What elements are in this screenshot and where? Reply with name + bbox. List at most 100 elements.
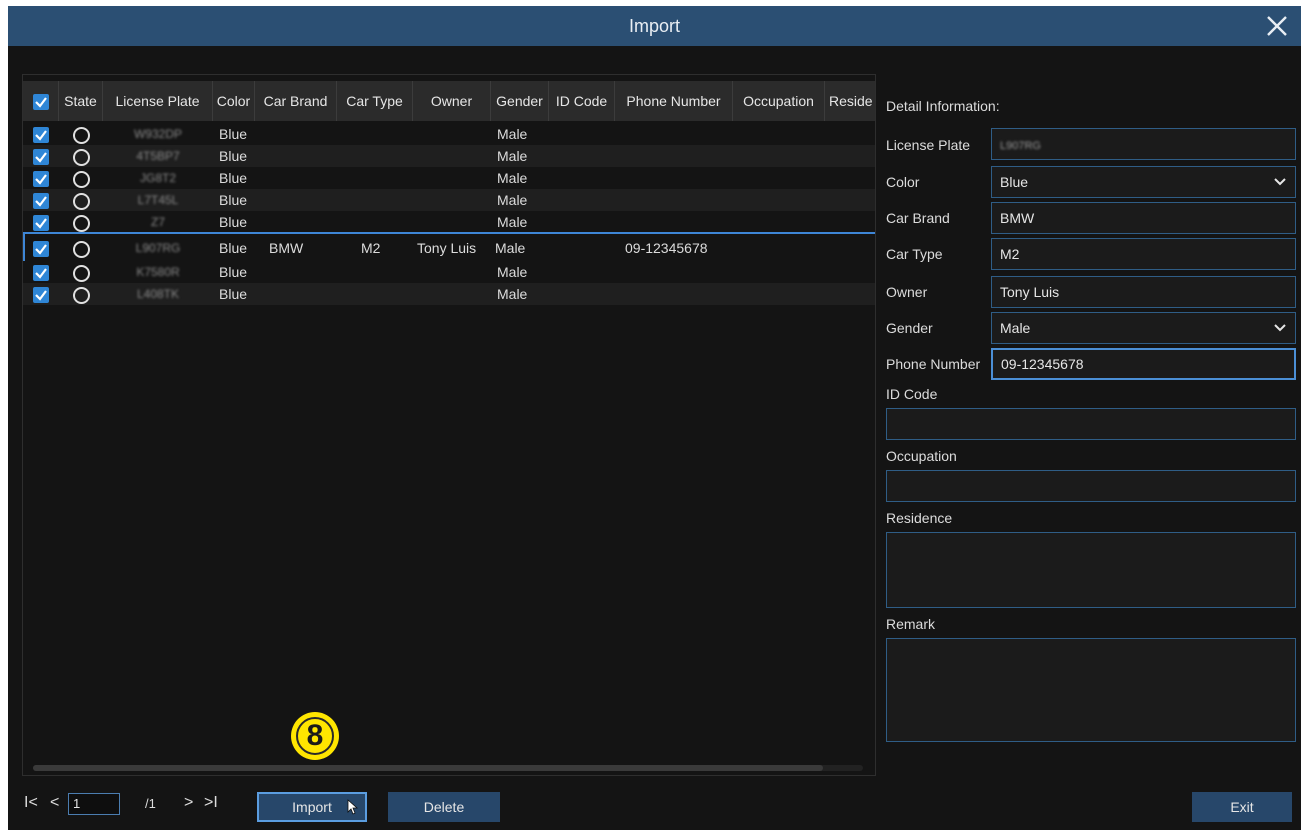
- exit-button[interactable]: Exit: [1192, 792, 1292, 822]
- row-checkbox[interactable]: [25, 236, 59, 260]
- scrollbar-thumb[interactable]: [33, 765, 823, 771]
- step-marker-number: 8: [296, 717, 334, 755]
- row-state[interactable]: [59, 211, 103, 233]
- cell-owner: [413, 283, 491, 305]
- checkbox-checked-icon: [32, 94, 49, 111]
- cell-car-brand: BMW: [269, 240, 304, 256]
- car-type-field[interactable]: M2: [991, 238, 1296, 270]
- page-total: /1: [145, 796, 156, 811]
- row-state[interactable]: [59, 189, 103, 211]
- col-header-gender[interactable]: Gender: [491, 81, 549, 121]
- cell-owner: [413, 167, 491, 189]
- phone-number-field[interactable]: 09-12345678: [991, 348, 1296, 380]
- checkbox-checked-icon: [33, 127, 49, 144]
- col-header-color[interactable]: Color: [213, 81, 255, 121]
- cell-car-brand: [255, 167, 337, 189]
- title-bar: Import: [8, 6, 1301, 46]
- cell-car-brand: [255, 211, 337, 233]
- license-plate-value: L907RG: [1000, 140, 1041, 152]
- horizontal-scrollbar[interactable]: [33, 765, 863, 771]
- color-value: Blue: [1000, 174, 1029, 190]
- row-checkbox[interactable]: [23, 261, 59, 283]
- row-checkbox[interactable]: [23, 167, 59, 189]
- row-state[interactable]: [59, 236, 103, 260]
- prev-page-button[interactable]: <: [50, 794, 59, 812]
- cell-car-brand: [255, 189, 337, 211]
- col-header-license-plate[interactable]: License Plate: [103, 81, 213, 121]
- state-circle-icon: [72, 148, 90, 166]
- table-row[interactable]: JG8T2 Blue Male: [23, 167, 875, 189]
- cell-color: Blue: [219, 192, 248, 208]
- cell-car-brand: [255, 261, 337, 283]
- cell-gender: Male: [497, 286, 528, 302]
- occupation-field[interactable]: [886, 470, 1296, 502]
- cell-id-code: [549, 236, 615, 260]
- table-header: State License Plate Color Car Brand Car …: [23, 81, 875, 121]
- import-button[interactable]: Import: [257, 792, 367, 822]
- cell-gender: Male: [497, 264, 528, 280]
- table-row[interactable]: K7580R Blue Male: [23, 261, 875, 283]
- color-dropdown[interactable]: Blue: [991, 166, 1296, 198]
- next-page-button[interactable]: >: [184, 794, 193, 812]
- gender-label: Gender: [886, 320, 933, 336]
- row-checkbox[interactable]: [23, 189, 59, 211]
- row-state[interactable]: [59, 283, 103, 305]
- first-page-button[interactable]: I<: [24, 794, 38, 812]
- table-row[interactable]: L408TK Blue Male: [23, 283, 875, 305]
- row-state[interactable]: [59, 123, 103, 145]
- cell-car-type: [337, 283, 413, 305]
- owner-label: Owner: [886, 284, 928, 300]
- phone-number-value: 09-12345678: [1001, 356, 1084, 372]
- cell-owner: [413, 189, 491, 211]
- table-row[interactable]: L7T45L Blue Male: [23, 189, 875, 211]
- state-circle-icon: [72, 170, 90, 188]
- cell-car-type: [337, 261, 413, 283]
- last-page-button[interactable]: >I: [204, 794, 218, 812]
- id-code-field[interactable]: [886, 408, 1296, 440]
- row-state[interactable]: [59, 261, 103, 283]
- select-all-checkbox[interactable]: [23, 81, 59, 121]
- chevron-down-icon: [1273, 167, 1287, 197]
- cell-owner: Tony Luis: [417, 240, 477, 256]
- cell-license-plate: K7580R: [136, 265, 180, 279]
- cell-license-plate: 4T5BP7: [136, 149, 180, 163]
- table-row[interactable]: 4T5BP7 Blue Male: [23, 145, 875, 167]
- row-checkbox[interactable]: [23, 123, 59, 145]
- car-type-label: Car Type: [886, 246, 943, 262]
- col-header-state[interactable]: State: [59, 81, 103, 121]
- cell-car-brand: [255, 145, 337, 167]
- row-state[interactable]: [59, 145, 103, 167]
- table-row[interactable]: Z7 Blue Male: [23, 211, 875, 233]
- col-header-car-type[interactable]: Car Type: [337, 81, 413, 121]
- owner-field[interactable]: Tony Luis: [991, 276, 1296, 308]
- cell-owner: [413, 123, 491, 145]
- remark-textarea[interactable]: [886, 638, 1296, 742]
- col-header-owner[interactable]: Owner: [413, 81, 491, 121]
- row-checkbox[interactable]: [23, 145, 59, 167]
- cell-gender: Male: [497, 126, 528, 142]
- delete-button[interactable]: Delete: [388, 792, 500, 822]
- close-icon[interactable]: [1259, 8, 1295, 44]
- car-brand-field[interactable]: BMW: [991, 202, 1296, 234]
- cell-color: Blue: [219, 170, 248, 186]
- row-checkbox[interactable]: [23, 211, 59, 233]
- cell-color: Blue: [219, 126, 248, 142]
- gender-dropdown[interactable]: Male: [991, 312, 1296, 344]
- col-header-residence[interactable]: Reside: [825, 81, 875, 121]
- row-state[interactable]: [59, 167, 103, 189]
- col-header-id-code[interactable]: ID Code: [549, 81, 615, 121]
- cell-license-plate: L7T45L: [137, 193, 179, 207]
- table-row-selected[interactable]: L907RG Blue BMW M2 Tony Luis Male 09-123…: [23, 232, 875, 264]
- page-number-input[interactable]: 1: [68, 793, 120, 815]
- row-checkbox[interactable]: [23, 283, 59, 305]
- residence-textarea[interactable]: [886, 532, 1296, 608]
- car-brand-value: BMW: [1000, 210, 1035, 226]
- cell-car-brand: [255, 123, 337, 145]
- col-header-car-brand[interactable]: Car Brand: [255, 81, 337, 121]
- dialog-title: Import: [628, 16, 680, 36]
- col-header-occupation[interactable]: Occupation: [733, 81, 825, 121]
- col-header-phone-number[interactable]: Phone Number: [615, 81, 733, 121]
- cell-color: Blue: [219, 148, 248, 164]
- license-plate-field[interactable]: L907RG: [991, 128, 1296, 160]
- table-row[interactable]: W932DP Blue Male: [23, 123, 875, 145]
